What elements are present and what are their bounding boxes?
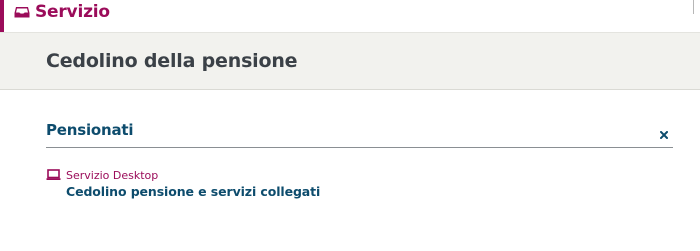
laptop-icon <box>46 169 61 181</box>
page: Servizio Cedolino della pensione Pension… <box>0 0 700 251</box>
service-item: Servizio Desktop Cedolino pensione e ser… <box>46 167 646 203</box>
accordion-header-pensionati[interactable]: Pensionati <box>46 118 673 148</box>
service-label: Servizio <box>35 2 110 22</box>
close-button[interactable] <box>658 127 670 139</box>
top-bar: Servizio <box>0 0 700 32</box>
inbox-icon <box>14 5 30 19</box>
close-icon <box>659 124 669 143</box>
scrollbar-edge[interactable] <box>693 0 700 14</box>
service-link[interactable]: Cedolino pensione e servizi collegati <box>66 184 646 199</box>
title-band: Cedolino della pensione <box>0 32 700 90</box>
servizio-header: Servizio <box>14 1 110 23</box>
page-title: Cedolino della pensione <box>46 50 298 72</box>
left-accent-bar <box>0 0 4 32</box>
service-kind: Servizio Desktop <box>46 167 646 183</box>
section-title: Pensionati <box>46 121 134 139</box>
service-kind-label: Servizio Desktop <box>66 168 159 182</box>
